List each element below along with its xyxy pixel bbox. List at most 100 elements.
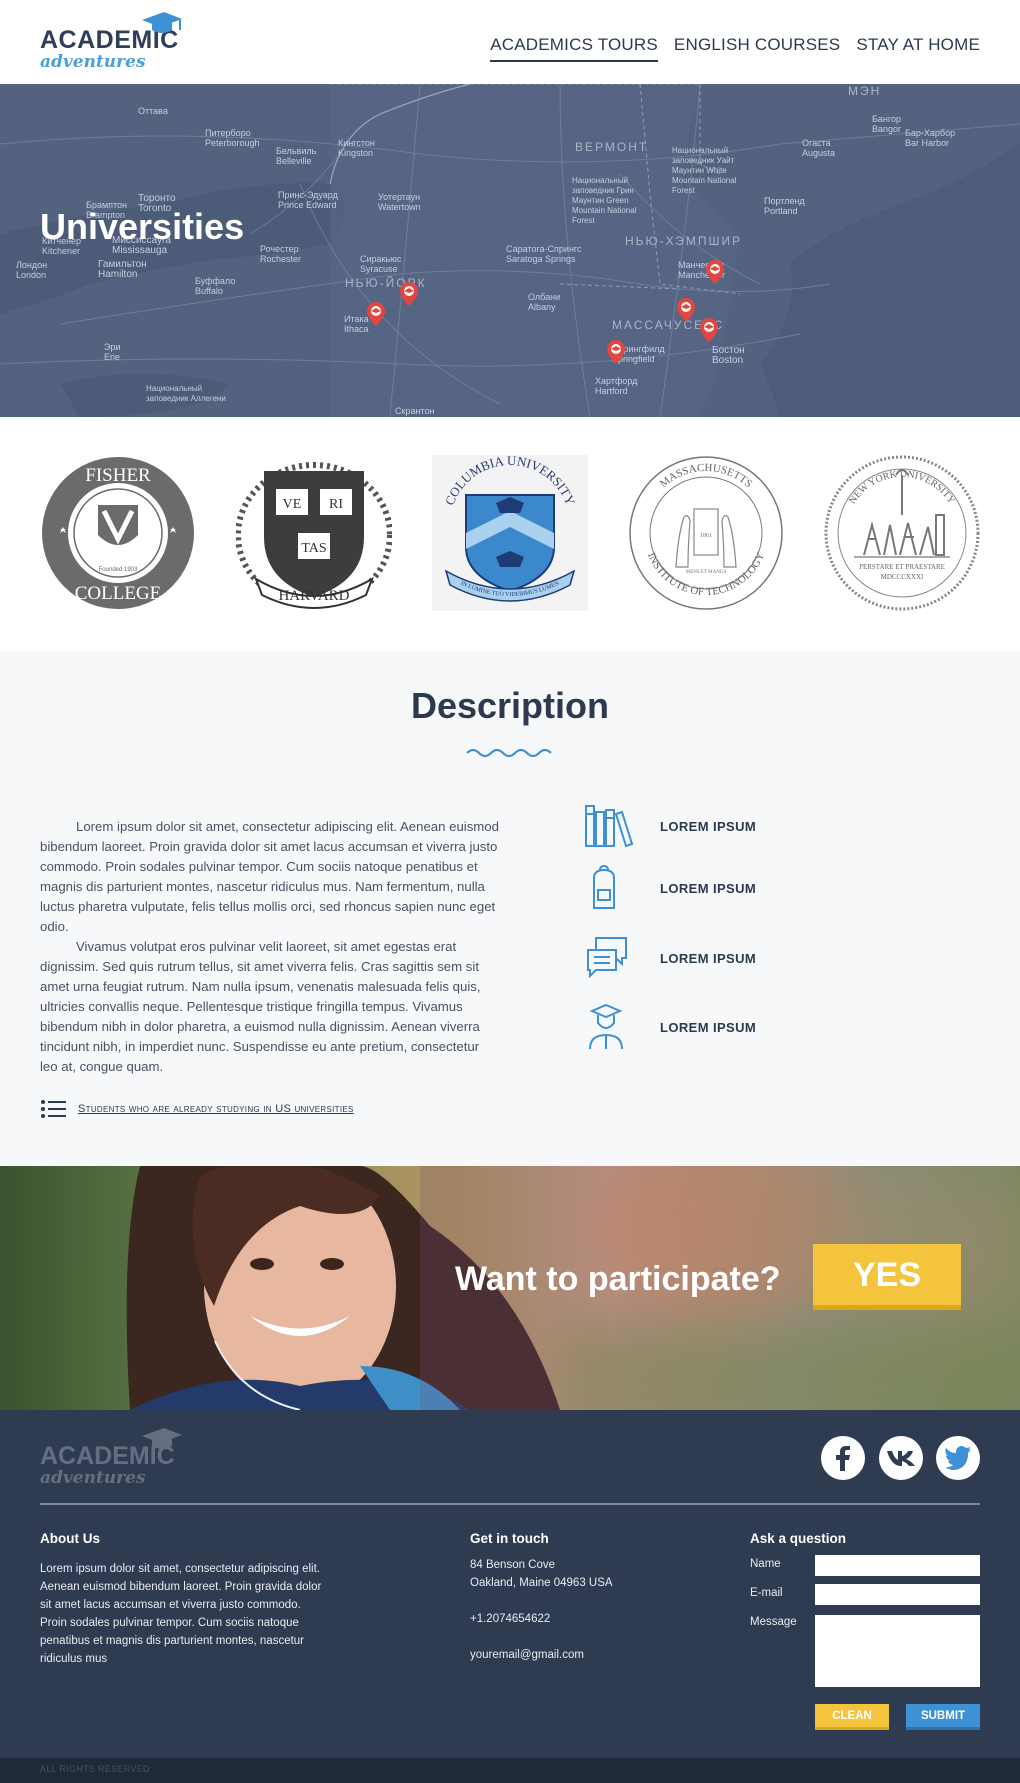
map-pin-icon[interactable]	[677, 298, 695, 322]
map-label: Кингстон Kingston	[338, 138, 375, 158]
site-footer: ACADEMIC adventures About Us Lorem ipsum…	[0, 1410, 1020, 1758]
map-label: Буффало Buffalo	[195, 276, 236, 296]
about-text: Lorem ipsum dolor sit amet, consectetur …	[40, 1563, 322, 1665]
participate-banner: Want to participate? YES	[0, 1166, 1020, 1410]
main-nav: ACADEMICS TOURS ENGLISH COURSES STAY AT …	[490, 35, 980, 62]
cta-question: Want to participate?	[455, 1260, 781, 1298]
address-line1: 84 Benson Cove	[470, 1559, 556, 1571]
feature-label: LOREM IPSUM	[660, 950, 757, 966]
map-label: Хартфорд Hartford	[595, 376, 638, 396]
yes-button[interactable]: YES	[813, 1244, 961, 1310]
clean-button[interactable]: CLEAN	[815, 1704, 889, 1730]
map-pin-icon[interactable]	[706, 260, 724, 284]
nyu-seal-icon[interactable]: NEW YORK UNIVERSITY PERSTARE ET PRAESTAR…	[824, 455, 980, 611]
svg-text:VE: VE	[283, 497, 302, 512]
address-line2: Oakland, Maine 04963 USA	[470, 1577, 613, 1589]
map-label: Национальный заповедник Уайт Маунтин Whi…	[672, 146, 737, 195]
description-section: Description Lorem ipsum dolor sit amet, …	[0, 651, 1020, 1166]
students-link-row[interactable]: Students who are already studying in US …	[40, 1099, 354, 1119]
map-label: Бельвиль Belleville	[276, 146, 317, 166]
map-label: Олбани Albany	[528, 292, 561, 312]
feature-item: LOREM IPSUM	[580, 934, 756, 982]
copyright-bar: ALL RIGHTS RESERVED	[0, 1758, 1020, 1783]
footer-logo[interactable]: ACADEMIC adventures	[40, 1426, 190, 1488]
map-label: Оттава	[138, 106, 168, 116]
feature-item: LOREM IPSUM	[580, 864, 756, 912]
site-header: ACADEMIC adventures ACADEMICS TOURS ENGL…	[0, 0, 1020, 84]
harvard-seal-icon[interactable]: VE RI TAS HARVARD	[236, 455, 392, 611]
map-label: Бар-Харбор Bar Harbor	[905, 128, 956, 148]
phone-number[interactable]: +1.2074654622	[470, 1610, 550, 1628]
map-region-label: МЭН	[848, 84, 882, 98]
map-label: Национальный заповедник Грин Маунтин Gre…	[572, 176, 637, 225]
description-text: Lorem ipsum dolor sit amet, consectetur …	[40, 817, 500, 1077]
columbia-seal-icon[interactable]: COLUMBIA UNIVERSITY IN LUMINE TUO VIDEBI…	[432, 455, 588, 611]
name-label: Name	[750, 1558, 781, 1570]
map-hero[interactable]: Оттава Питерборо Peterborough Бельвиль B…	[0, 84, 1020, 417]
brand-tagline: adventures	[40, 52, 146, 72]
graduation-cap-icon	[142, 1428, 182, 1449]
map-pin-icon[interactable]	[367, 302, 385, 326]
svg-text:PERSTARE ET PRAESTARE: PERSTARE ET PRAESTARE	[859, 563, 945, 571]
email-field[interactable]	[815, 1584, 980, 1605]
map-pin-icon[interactable]	[400, 282, 418, 306]
twitter-icon	[945, 1446, 971, 1470]
message-field[interactable]	[815, 1615, 980, 1687]
list-icon	[41, 1100, 66, 1118]
map-pin-icon[interactable]	[607, 340, 625, 364]
map-label: Принс-Эдуард Prince Edward	[278, 190, 338, 210]
universities-logos: FISHER COLLEGE Founded 1903 VE RI TAS HA…	[0, 417, 1020, 651]
contact-title: Get in touch	[470, 1531, 549, 1546]
email-address[interactable]: youremail@gmail.com	[470, 1646, 584, 1664]
books-icon	[585, 805, 634, 848]
section-title: Description	[410, 685, 610, 726]
brand-logo[interactable]: ACADEMIC adventures	[40, 10, 190, 72]
map-label: Эри Erie	[104, 342, 121, 362]
graduate-icon	[589, 1003, 623, 1050]
map-label: Скрантон	[395, 406, 435, 416]
map-label: Рочестер Rochester	[260, 244, 302, 264]
description-paragraph: Lorem ipsum dolor sit amet, consectetur …	[40, 819, 499, 934]
map-pin-icon[interactable]	[700, 318, 718, 342]
map-label: Портленд Portland	[764, 196, 805, 216]
map-label: Лондон London	[16, 260, 48, 280]
form-title: Ask a question	[750, 1531, 847, 1546]
nav-stay-at-home[interactable]: STAY AT HOME	[856, 35, 980, 62]
twitter-button[interactable]	[936, 1436, 980, 1480]
svg-text:MENS ET MANUS: MENS ET MANUS	[686, 570, 727, 575]
feature-item: LOREM IPSUM	[580, 1003, 756, 1051]
graduation-cap-icon	[142, 12, 182, 33]
submit-button[interactable]: SUBMIT	[906, 1704, 980, 1730]
map-label: Сиракьюс Syracuse	[360, 254, 402, 274]
backpack-icon	[593, 864, 615, 909]
map-label: Уотертаун Watertown	[378, 192, 421, 212]
feature-label: LOREM IPSUM	[660, 880, 757, 896]
students-link[interactable]: Students who are already studying in US …	[78, 1103, 354, 1115]
vk-icon	[887, 1451, 915, 1466]
svg-text:COLLEGE: COLLEGE	[75, 583, 162, 604]
copyright-text: ALL RIGHTS RESERVED	[40, 1764, 150, 1774]
svg-text:TAS: TAS	[301, 541, 326, 556]
map-label: Огаста Augusta	[802, 138, 836, 158]
feature-label: LOREM IPSUM	[660, 818, 757, 834]
nav-english-courses[interactable]: ENGLISH COURSES	[674, 35, 840, 62]
map-label: Гамильтон Hamilton	[98, 259, 147, 280]
nav-academics-tours[interactable]: ACADEMICS TOURS	[490, 35, 658, 62]
svg-text:FISHER: FISHER	[85, 465, 151, 486]
map-label: Национальный заповедник Аллегени	[146, 384, 226, 403]
mit-seal-icon[interactable]: MASSACHUSETTS INSTITUTE OF TECHNOLOGY 18…	[628, 455, 784, 611]
footer-divider	[40, 1503, 980, 1505]
facebook-button[interactable]	[821, 1436, 865, 1480]
brand-tagline: adventures	[40, 1468, 146, 1488]
feature-label: LOREM IPSUM	[660, 1019, 757, 1035]
wave-divider-icon	[466, 748, 552, 758]
name-field[interactable]	[815, 1555, 980, 1576]
message-label: Message	[750, 1616, 797, 1628]
fisher-college-seal-icon[interactable]: FISHER COLLEGE Founded 1903	[40, 455, 196, 611]
vk-button[interactable]	[879, 1436, 923, 1480]
about-title: About Us	[40, 1531, 100, 1546]
svg-text:RI: RI	[329, 497, 343, 512]
svg-text:1861: 1861	[700, 533, 712, 539]
svg-text:MDCCCXXXI: MDCCCXXXI	[881, 573, 924, 581]
map-label: Питерборо Peterborough	[205, 128, 260, 148]
